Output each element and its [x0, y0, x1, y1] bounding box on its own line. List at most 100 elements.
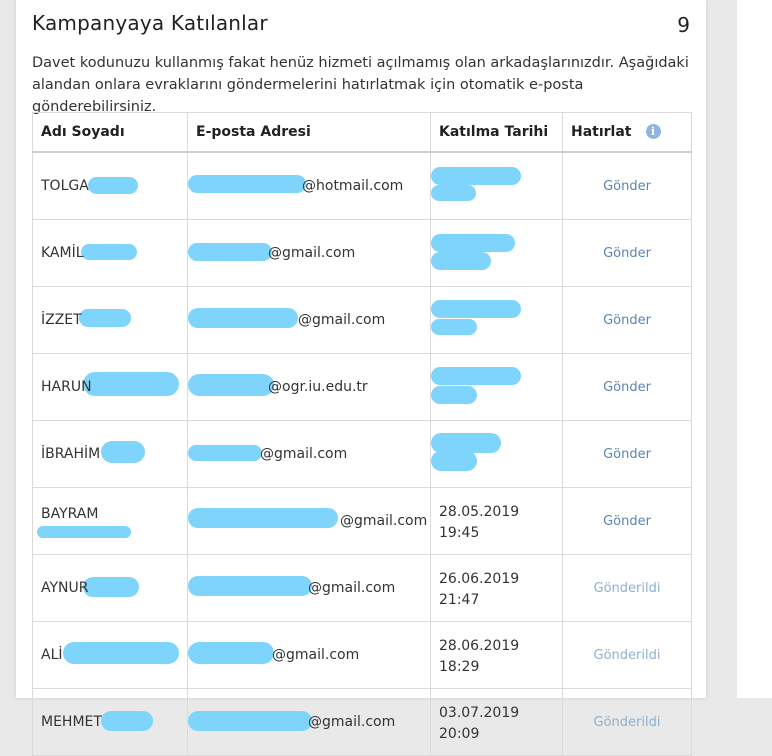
date-cell: 28.06.2019 18:29 [430, 621, 563, 689]
email-cell: @gmail.com [187, 688, 431, 756]
date-cell [430, 353, 563, 421]
participant-email: @gmail.com [268, 245, 356, 261]
redaction-mark [101, 441, 145, 463]
participant-email: @gmail.com [260, 446, 348, 462]
email-cell: @hotmail.com [187, 151, 431, 220]
table-row: BAYRAM @gmail.com 28.05.2019 19:45 Gönde… [32, 487, 692, 555]
remind-cell: Gönder [562, 420, 692, 488]
email-cell: @gmail.com [187, 554, 431, 622]
remind-cell: Gönderildi [562, 554, 692, 622]
send-reminder-button[interactable]: Gönder [603, 179, 651, 194]
redaction-mark [431, 300, 521, 318]
reminder-sent-status: Gönderildi [593, 714, 661, 730]
participant-name: BAYRAM [41, 506, 99, 522]
join-date: 03.07.2019 [439, 705, 520, 721]
header-remind-label: Hatırlat [571, 124, 632, 140]
participant-count: 9 [677, 13, 690, 37]
participant-email: @gmail.com [340, 513, 428, 529]
redaction-mark [37, 526, 131, 538]
header-name: Adı Soyadı [32, 112, 188, 153]
remind-cell: Gönderildi [562, 621, 692, 689]
redaction-mark [431, 252, 491, 270]
redaction-mark [88, 177, 138, 194]
card-description: Davet kodunuzu kullanmış fakat henüz hiz… [32, 55, 689, 115]
send-reminder-button[interactable]: Gönder [603, 246, 651, 261]
participant-name: HARUN [41, 379, 92, 395]
name-cell: TOLGA [32, 151, 188, 220]
email-cell: @gmail.com [187, 420, 431, 488]
redaction-mark [431, 185, 476, 201]
join-time: 21:47 [439, 592, 480, 608]
table-row: ALİ @gmail.com 28.06.2019 18:29 Gönderil… [32, 621, 692, 689]
page-scroll-area [737, 0, 772, 698]
redaction-mark [101, 711, 153, 731]
header-remind: Hatırlat i [562, 112, 692, 153]
date-cell [430, 286, 563, 354]
date-cell: 26.06.2019 21:47 [430, 554, 563, 622]
join-date: 28.05.2019 [439, 504, 520, 520]
header-date: Katılma Tarihi [430, 112, 563, 153]
join-time: 18:29 [439, 659, 480, 675]
date-cell [430, 151, 563, 220]
name-cell: BAYRAM [32, 487, 188, 555]
remind-cell: Gönder [562, 151, 692, 220]
participant-name: KAMİL [41, 245, 84, 261]
email-cell: @gmail.com [187, 286, 431, 354]
redaction-mark [431, 451, 477, 471]
send-reminder-button[interactable]: Gönder [603, 447, 651, 462]
join-time: 19:45 [439, 525, 480, 541]
participant-name: AYNUR [41, 580, 89, 596]
date-cell [430, 420, 563, 488]
remind-cell: Gönder [562, 286, 692, 354]
participants-table: Adı Soyadı E-posta Adresi Katılma Tarihi… [32, 112, 692, 756]
reminder-sent-status: Gönderildi [593, 647, 661, 663]
table-header-row: Adı Soyadı E-posta Adresi Katılma Tarihi… [32, 112, 692, 153]
redaction-mark [81, 244, 137, 260]
email-cell: @gmail.com [187, 487, 431, 555]
redaction-mark [79, 309, 131, 327]
redaction-mark [83, 372, 179, 396]
participant-email: @ogr.iu.edu.tr [268, 379, 368, 395]
participant-name: TOLGA [41, 178, 89, 194]
remind-cell: Gönderildi [562, 688, 692, 756]
send-reminder-button[interactable]: Gönder [603, 313, 651, 328]
participant-email: @gmail.com [308, 714, 396, 730]
participant-email: @gmail.com [298, 312, 386, 328]
header-email: E-posta Adresi [187, 112, 431, 153]
send-reminder-button[interactable]: Gönder [603, 514, 651, 529]
remind-cell: Gönder [562, 219, 692, 287]
redaction-mark [63, 642, 179, 664]
participant-email: @gmail.com [272, 647, 360, 663]
email-cell: @ogr.iu.edu.tr [187, 353, 431, 421]
table-row: AYNUR @gmail.com 26.06.2019 21:47 Gönder… [32, 554, 692, 622]
participant-name: ALİ [41, 647, 63, 663]
name-cell: ALİ [32, 621, 188, 689]
table-row: KAMİL @gmail.com Gönder [32, 219, 692, 287]
card-title: Kampanyaya Katılanlar [32, 11, 268, 35]
participant-name: İBRAHİM [41, 446, 101, 462]
table-row: MEHMET @gmail.com 03.07.2019 20:09 Gönde… [32, 688, 692, 756]
redaction-mark [431, 386, 477, 404]
redaction-mark [431, 234, 515, 252]
redaction-mark [431, 367, 521, 385]
name-cell: HARUN [32, 353, 188, 421]
send-reminder-button[interactable]: Gönder [603, 380, 651, 395]
participant-name: İZZET [41, 312, 82, 328]
remind-cell: Gönder [562, 487, 692, 555]
table-row: İBRAHİM @gmail.com Gönder [32, 420, 692, 488]
info-icon[interactable]: i [645, 124, 661, 139]
redaction-mark [83, 577, 139, 597]
date-cell: 28.05.2019 19:45 [430, 487, 563, 555]
reminder-sent-status: Gönderildi [593, 580, 661, 596]
name-cell: KAMİL [32, 219, 188, 287]
name-cell: İZZET [32, 286, 188, 354]
participant-email: @hotmail.com [302, 178, 404, 194]
redaction-mark [431, 167, 521, 185]
join-date: 26.06.2019 [439, 571, 520, 587]
redaction-mark [431, 319, 477, 335]
join-date: 28.06.2019 [439, 638, 520, 654]
table-row: TOLGA @hotmail.com Gönder [32, 151, 692, 220]
date-cell: 03.07.2019 20:09 [430, 688, 563, 756]
campaign-participants-card: Kampanyaya Katılanlar 9 Davet kodunuzu k… [16, 0, 706, 756]
email-cell: @gmail.com [187, 219, 431, 287]
